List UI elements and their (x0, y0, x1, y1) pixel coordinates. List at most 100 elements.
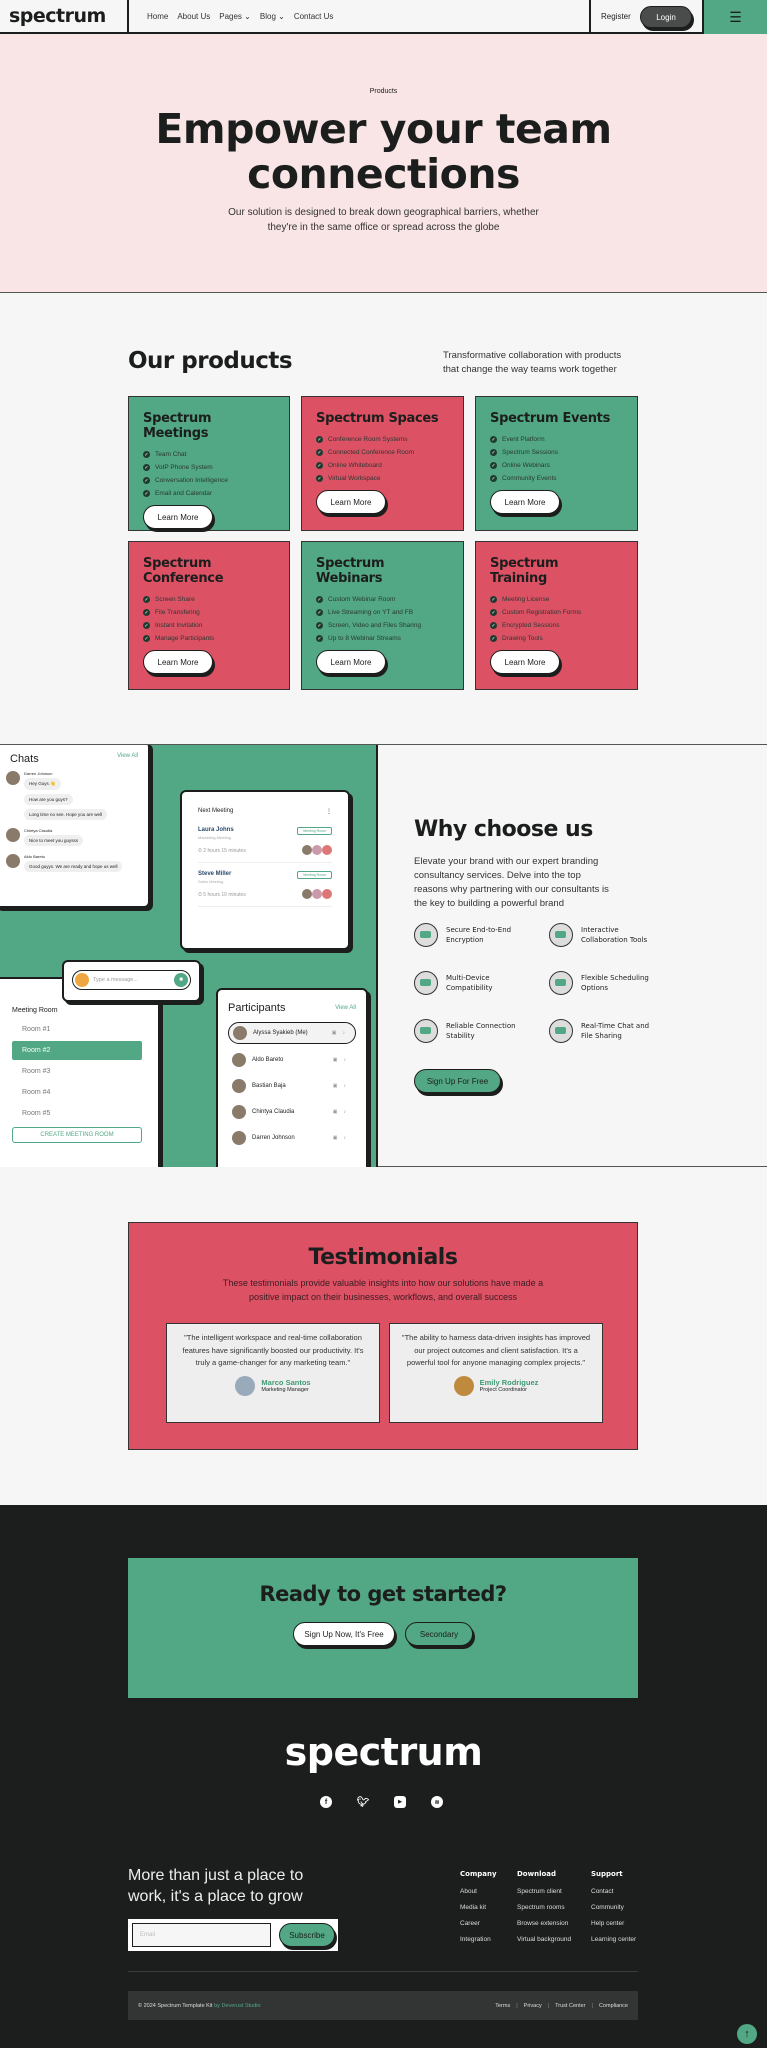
message-input[interactable]: Type a message... (93, 977, 170, 983)
meeting-type: Sales Meeting (198, 879, 224, 884)
view-all-link[interactable]: View All (117, 753, 138, 765)
subscribe-button[interactable]: Subscribe (279, 1923, 335, 1947)
view-all-link[interactable]: View All (335, 1005, 356, 1011)
subscribe-form: Email Subscribe (128, 1919, 338, 1951)
meeting-item[interactable]: Steve Miller Sales Meeting ⏱ 5 hours 10 mi… (198, 867, 332, 907)
login-button[interactable]: Login (640, 6, 692, 28)
chats-title: Chats (10, 753, 39, 765)
nav-blog[interactable]: Blog ⌄ (260, 12, 285, 21)
room-item[interactable]: Room #1 (12, 1020, 142, 1039)
register-link[interactable]: Register (601, 12, 631, 21)
participants-card: Participants View All Alyssa Syakieb (Me)… (216, 988, 368, 1167)
mic-icon[interactable]: ♪ (344, 1135, 347, 1141)
feature-label: Online Whiteboard (328, 462, 382, 469)
email-input[interactable]: Email (132, 1923, 271, 1947)
learn-more-button[interactable]: Learn More (316, 490, 386, 514)
meeting-time: 2 hours 15 minutes (203, 848, 246, 854)
participant-name: Aldo Bareto (252, 1057, 284, 1063)
participant-item[interactable]: Chintya Claudia ▣ ♪ (228, 1102, 356, 1122)
room-item[interactable]: Room #5 (12, 1104, 142, 1123)
mic-icon[interactable]: ♪ (344, 1057, 347, 1063)
cta-banner: Ready to get started? Sign Up Now, It's … (128, 1558, 638, 1698)
footer-link[interactable]: Media kit (460, 1904, 517, 1911)
camera-icon[interactable]: ▣ (333, 1135, 338, 1141)
meeting-room-badge[interactable]: Meeting Room (297, 871, 332, 879)
footer-logo[interactable]: spectrum (0, 1730, 767, 1774)
footer-link[interactable]: Community (591, 1904, 651, 1911)
camera-icon[interactable]: ▣ (332, 1030, 337, 1036)
sign-up-free-button[interactable]: Sign Up For Free (414, 1069, 501, 1093)
participant-item[interactable]: Alyssa Syakieb (Me) ▣ ♪ (228, 1022, 356, 1044)
feature-illustration-icon (549, 971, 573, 995)
feature-label: Email and Calendar (155, 490, 213, 497)
youtube-icon[interactable]: ▶ (394, 1796, 406, 1808)
footer-link[interactable]: Contact (591, 1888, 651, 1895)
room-item[interactable]: Room #3 (12, 1062, 142, 1081)
footer-link[interactable]: About (460, 1888, 517, 1895)
legal-link[interactable]: Privacy (524, 2003, 542, 2009)
twitter-icon[interactable]: 🐦︎ (357, 1796, 370, 1808)
feature-label: Up to 8 Webinar Streams (328, 635, 401, 642)
learn-more-button[interactable]: Learn More (316, 650, 386, 674)
meeting-item[interactable]: Laura Johns Marketing Meeting ⏱ 2 hours 15… (198, 823, 332, 863)
tagline-line: work, it's a place to grow (128, 1888, 303, 1905)
secondary-button[interactable]: Secondary (405, 1622, 473, 1646)
feature-item: Real-Time Chat and File Sharing (549, 1019, 649, 1043)
participant-item[interactable]: Darren Johnson ▣ ♪ (228, 1128, 356, 1148)
feature-item: ✓ Online Whiteboard (316, 462, 449, 469)
nav-pages[interactable]: Pages ⌄ (219, 12, 251, 21)
check-icon: ✓ (490, 635, 497, 642)
footer-link[interactable]: Browse extension (517, 1920, 591, 1927)
mic-icon[interactable]: ♪ (344, 1083, 347, 1089)
sign-up-now-button[interactable]: Sign Up Now, It's Free (293, 1622, 395, 1646)
feature-label: Compatibility (446, 984, 493, 992)
participant-item[interactable]: Aldo Bareto ▣ ♪ (228, 1050, 356, 1070)
nav-contact[interactable]: Contact Us (294, 12, 334, 21)
legal-link[interactable]: Compliance (599, 2003, 628, 2009)
room-item[interactable]: Room #4 (12, 1083, 142, 1102)
footer-link[interactable]: Spectrum rooms (517, 1904, 591, 1911)
nav-about[interactable]: About Us (177, 12, 210, 21)
feature-list: ✓ Conference Room Systems ✓ Connected Confe… (316, 436, 449, 482)
learn-more-button[interactable]: Learn More (490, 650, 560, 674)
feature-item: ✓ Live Streaming on YT and FB (316, 609, 449, 616)
camera-icon[interactable]: ▣ (333, 1057, 338, 1063)
footer-link[interactable]: Help center (591, 1920, 651, 1927)
footer-link[interactable]: Integration (460, 1936, 517, 1943)
author-name: Emily Rodriguez (479, 1378, 539, 1387)
social-links: f 🐦︎ ▶ ≋ (320, 1796, 443, 1808)
feature-label: Flexible Scheduling (581, 974, 649, 982)
legal-link[interactable]: Trust Center (555, 2003, 585, 2009)
mic-icon[interactable]: ♪ (343, 1030, 346, 1036)
product-card: Spectrum Meetings ✓ Team Chat ✓ VoIP Phone S… (128, 396, 290, 531)
video-icon[interactable]: ■ (174, 973, 188, 987)
meeting-room-badge[interactable]: Meeting Room (297, 827, 332, 835)
logo[interactable]: spectrum (9, 5, 106, 27)
learn-more-button[interactable]: Learn More (143, 505, 213, 529)
camera-icon[interactable]: ▣ (333, 1083, 338, 1089)
learn-more-button[interactable]: Learn More (143, 650, 213, 674)
learn-more-button[interactable]: Learn More (490, 490, 560, 514)
scroll-top-button[interactable]: ↑ (737, 2024, 757, 2044)
room-item[interactable]: Room #2 (12, 1041, 142, 1060)
feature-label: Manage Participants (155, 635, 215, 642)
participant-item[interactable]: Bastian Baja ▣ ♪ (228, 1076, 356, 1096)
camera-icon[interactable]: ▣ (333, 1109, 338, 1115)
mic-icon[interactable]: ♪ (344, 1109, 347, 1115)
more-icon[interactable]: ⋮ (326, 808, 332, 815)
feature-illustration-icon (414, 923, 438, 947)
credit-link[interactable]: by Deverust Studio (214, 2003, 260, 2009)
footer-link[interactable]: Career (460, 1920, 517, 1927)
footer-link[interactable]: Learning center (591, 1936, 651, 1943)
legal-link[interactable]: Terms (495, 2003, 510, 2009)
facebook-icon[interactable]: f (320, 1796, 332, 1808)
column-title: Support (591, 1870, 623, 1878)
emoji-icon[interactable] (75, 973, 89, 987)
footer-link[interactable]: Spectrum client (517, 1888, 591, 1895)
footer-link[interactable]: Virtual background (517, 1936, 591, 1943)
spotify-icon[interactable]: ≋ (431, 1796, 443, 1808)
feature-label: Interactive (581, 926, 619, 934)
menu-icon[interactable]: ☰ (702, 0, 767, 34)
create-meeting-room-button[interactable]: CREATE MEETING ROOM (12, 1127, 142, 1143)
nav-home[interactable]: Home (147, 12, 168, 21)
